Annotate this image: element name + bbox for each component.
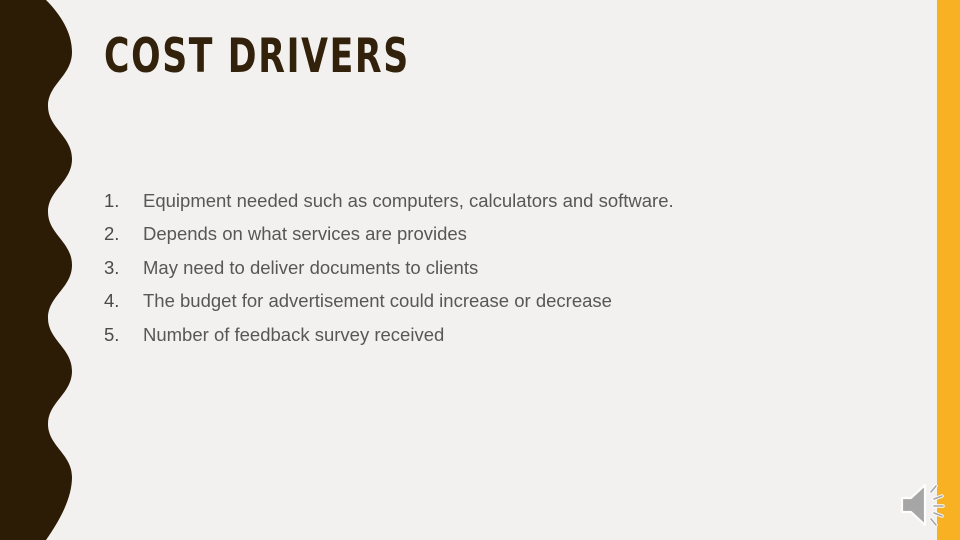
left-wave-shape <box>0 0 72 540</box>
list-item-number: 2. <box>104 223 120 245</box>
right-accent-strip <box>937 0 960 540</box>
list-item-text: The budget for advertisement could incre… <box>143 290 612 312</box>
list-item: 2. Depends on what services are provides <box>104 217 894 250</box>
cost-drivers-list: 1. Equipment needed such as computers, c… <box>104 184 894 351</box>
speaker-audio-icon[interactable] <box>898 479 953 531</box>
slide-canvas: COST DRIVERS 1. Equipment needed such as… <box>0 0 960 540</box>
list-item-number: 1. <box>104 190 120 211</box>
list-item-number: 5. <box>104 323 120 345</box>
list-item: 4. The budget for advertisement could in… <box>104 284 894 317</box>
left-wave-decoration <box>0 0 90 540</box>
list-item-number: 4. <box>104 290 120 312</box>
list-item-text: Depends on what services are provides <box>143 223 467 245</box>
list-item-text: Equipment needed such as computers, calc… <box>143 190 674 211</box>
page-title: COST DRIVERS <box>104 29 410 84</box>
list-item: 3. May need to deliver documents to clie… <box>104 251 894 284</box>
list-item-number: 3. <box>104 256 120 278</box>
speaker-audio-glyph[interactable] <box>898 479 953 531</box>
list-item-text: May need to deliver documents to clients <box>143 256 479 278</box>
list-item: 5. Number of feedback survey received <box>104 318 894 351</box>
list-item: 1. Equipment needed such as computers, c… <box>104 184 894 217</box>
list-item-text: Number of feedback survey received <box>143 323 445 345</box>
